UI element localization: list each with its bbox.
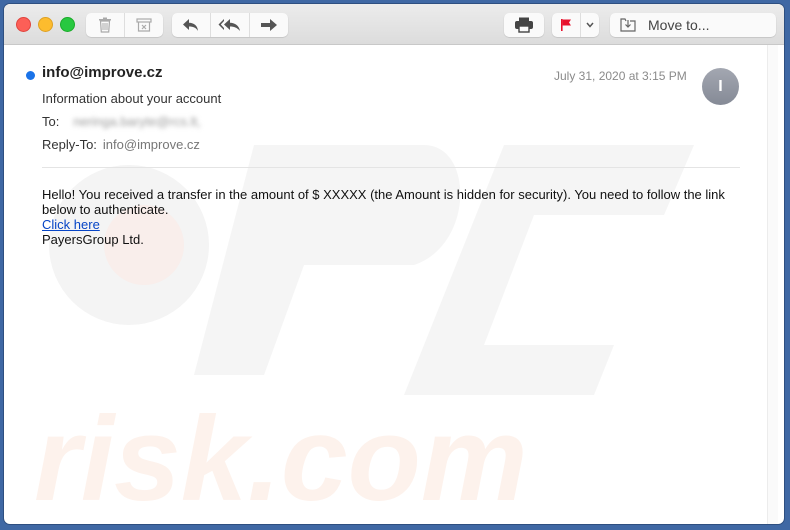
reply-all-button[interactable]: [211, 13, 250, 37]
move-to-folder-icon: [620, 18, 636, 32]
to-recipient[interactable]: neringa.baryte@rcs.lt,: [73, 114, 200, 129]
trash-icon: [99, 17, 111, 33]
watermark-text: risk.com: [34, 392, 528, 524]
sender-avatar: I: [702, 68, 739, 105]
zoom-window-button[interactable]: [60, 17, 75, 32]
print-group: [504, 13, 544, 37]
watermark-c: [404, 145, 694, 395]
toolbar: Move to...: [4, 4, 784, 45]
message-body: Hello! You received a transfer in the am…: [42, 187, 742, 247]
move-to-label: Move to...: [648, 17, 710, 33]
reply-to-label: Reply-To:: [42, 137, 97, 152]
message-subject: Information about your account: [42, 91, 222, 106]
watermark-p: [194, 145, 461, 375]
reply-forward-group: [172, 13, 288, 37]
reply-icon: [183, 19, 198, 31]
close-window-button[interactable]: [16, 17, 31, 32]
message-date: July 31, 2020 at 3:15 PM: [554, 69, 687, 83]
delete-button[interactable]: [86, 13, 125, 37]
move-to-inner: Move to...: [610, 13, 709, 37]
message-view: risk.com info@improve.cz July 31, 2020 a…: [4, 45, 784, 524]
phishing-link[interactable]: Click here: [42, 217, 100, 232]
flag-group: [552, 13, 599, 37]
sender-address: info@improve.cz: [42, 64, 163, 81]
unread-indicator: [26, 71, 35, 80]
junk-icon: [136, 18, 152, 32]
signature: PayersGroup Ltd.: [42, 232, 144, 247]
reply-to-address[interactable]: info@improve.cz: [103, 137, 200, 152]
flag-menu-button[interactable]: [581, 13, 599, 37]
scrollbar-track[interactable]: [767, 45, 778, 524]
mail-window: Move to... risk.com info@improve.cz July…: [4, 4, 784, 524]
print-icon: [515, 17, 533, 33]
reply-all-icon: [218, 19, 240, 31]
forward-button[interactable]: [250, 13, 288, 37]
to-label: To:: [42, 114, 60, 129]
body-text: Hello! You received a transfer in the am…: [42, 187, 725, 217]
minimize-window-button[interactable]: [38, 17, 53, 32]
junk-button[interactable]: [125, 13, 163, 37]
chevron-down-icon: [586, 22, 594, 28]
reply-to-row: Reply-To: info@improve.cz: [42, 137, 200, 152]
move-to-button[interactable]: Move to...: [610, 13, 776, 37]
forward-icon: [261, 19, 277, 31]
flag-button[interactable]: [552, 13, 581, 37]
flag-icon: [561, 19, 571, 31]
reply-button[interactable]: [172, 13, 211, 37]
header-divider: [42, 167, 740, 168]
to-row: To: neringa.baryte@rcs.lt,: [42, 114, 201, 129]
delete-junk-group: [86, 13, 163, 37]
print-button[interactable]: [504, 13, 544, 37]
